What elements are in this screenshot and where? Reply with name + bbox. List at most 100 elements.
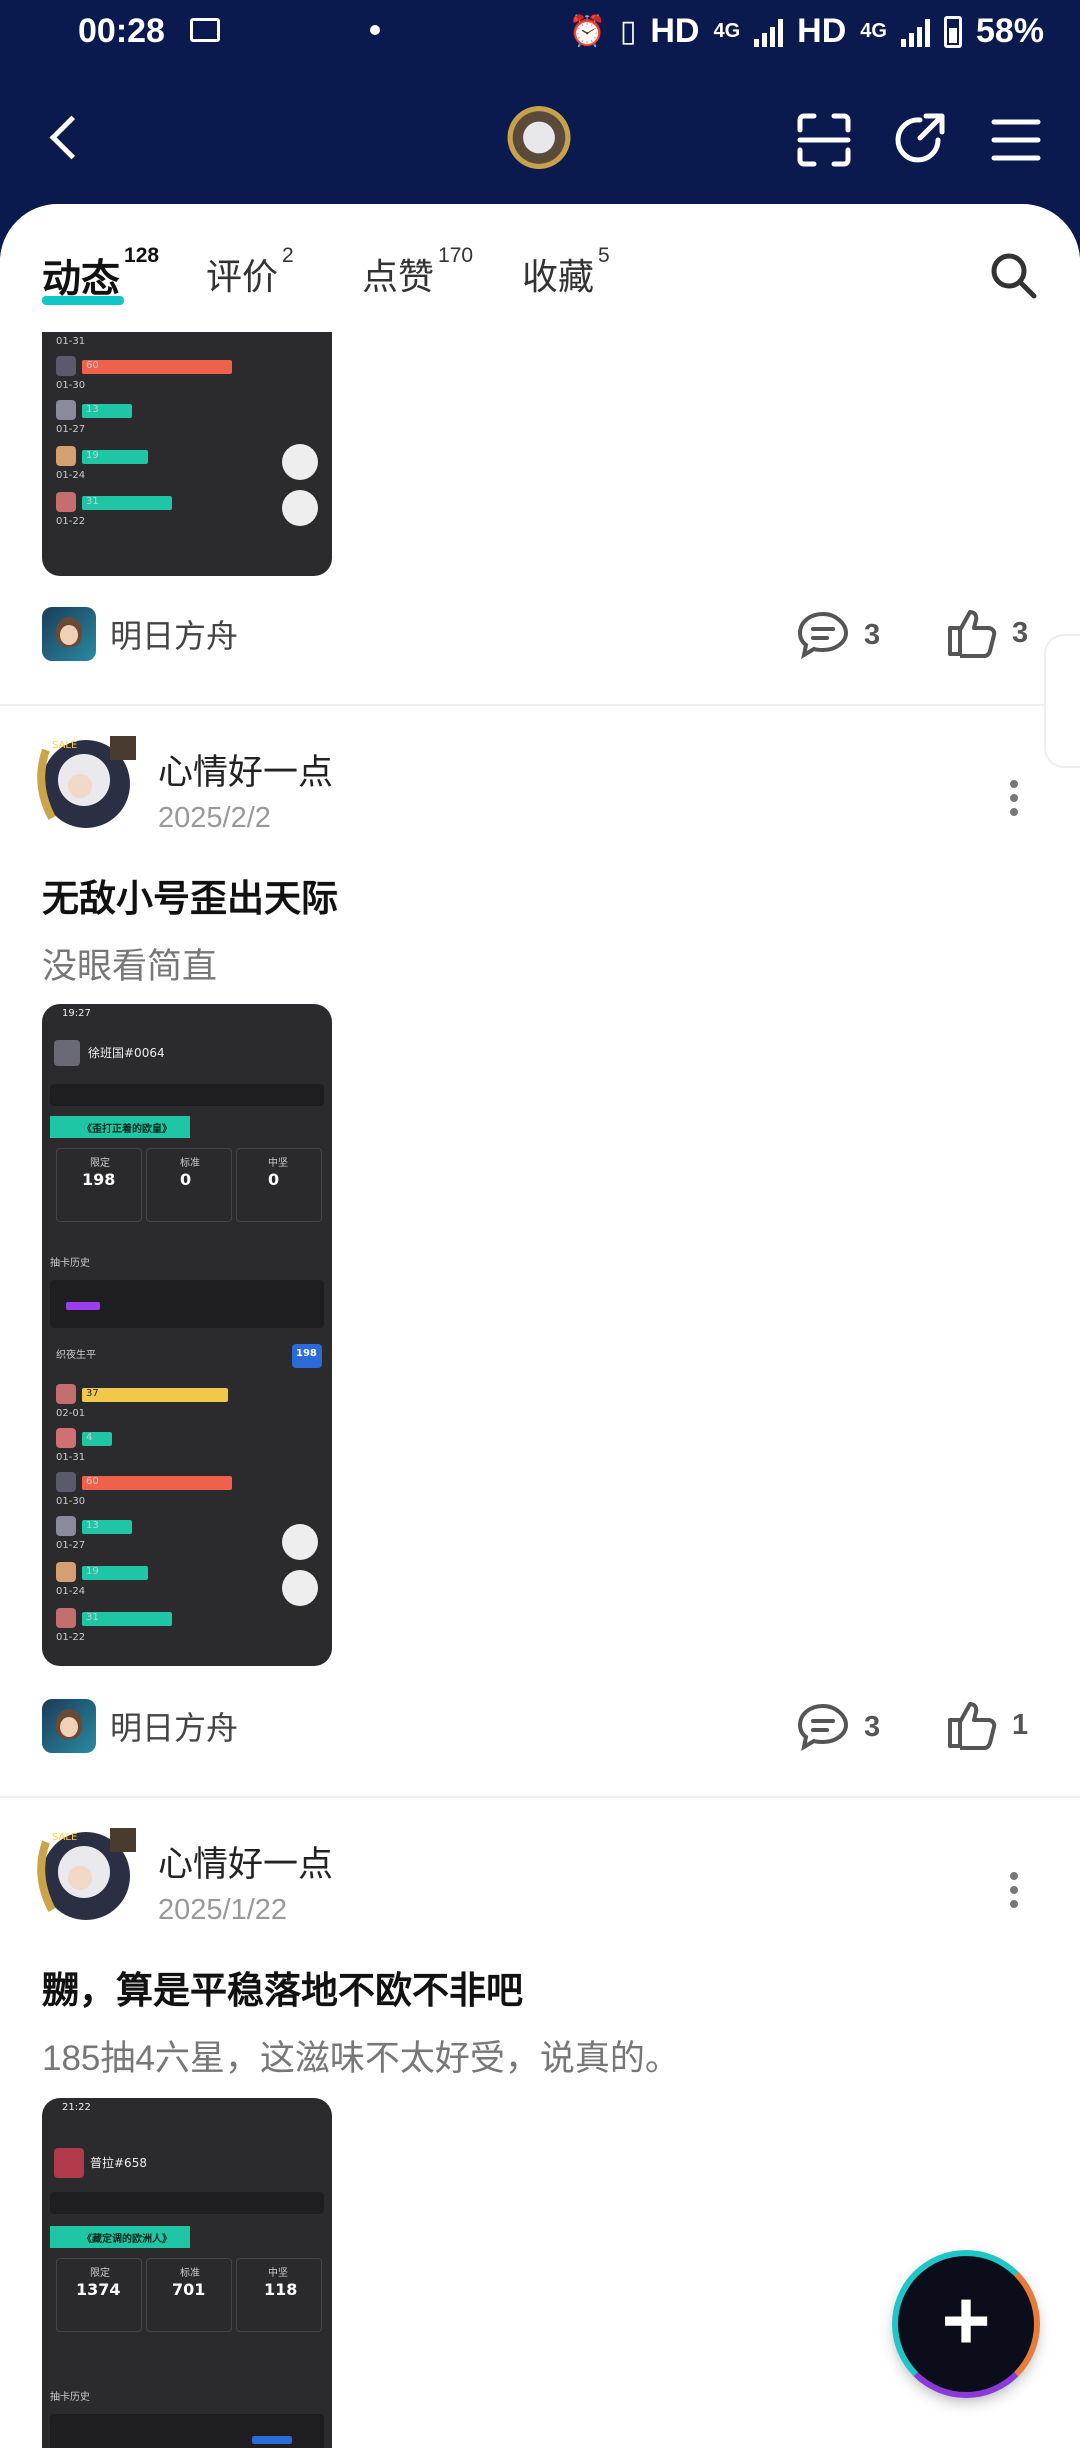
post-screenshot[interactable]: 21:22 普拉#658 《藏定调的欧洲人》 限定 1374 标准 701 中坚… <box>42 2098 332 2448</box>
card-value: 701 <box>172 2280 206 2299</box>
author-name[interactable]: 心情好一点 <box>158 1836 333 1887</box>
comment-icon <box>797 611 849 660</box>
create-post-button[interactable]: + <box>892 2250 1040 2398</box>
pull-date: 01-27 <box>56 1540 86 1551</box>
game-icon <box>42 1699 96 1753</box>
comment-icon <box>797 1703 849 1752</box>
tab-reviews[interactable]: 评价2 <box>206 244 294 300</box>
tab-label: 动态 <box>42 258 121 301</box>
scan-icon[interactable] <box>796 112 852 168</box>
tab-label: 评价 <box>206 256 279 297</box>
pull-count: 31 <box>86 1612 99 1623</box>
network-hd-1: HD <box>650 12 700 50</box>
share-icon[interactable] <box>892 112 948 168</box>
top-nav <box>0 66 1080 206</box>
tab-label: 收藏 <box>522 256 595 297</box>
shot-banner: 《歪打正着的欧皇》 <box>82 1124 172 1135</box>
post-date: 2025/2/2 <box>158 802 271 834</box>
battery-icon <box>943 15 962 48</box>
like-count: 3 <box>1012 616 1029 649</box>
row-avatar <box>56 1516 76 1536</box>
signal-2-icon <box>900 17 930 47</box>
alarm-icon: ⏰ <box>568 15 606 48</box>
shot-card <box>50 1084 324 1106</box>
profile-avatar[interactable] <box>504 106 574 176</box>
card-label: 标准 <box>180 1158 200 1169</box>
author-name[interactable]: 心情好一点 <box>158 744 333 795</box>
back-button[interactable] <box>44 116 88 160</box>
more-options-icon[interactable] <box>1008 778 1020 818</box>
post-divider <box>0 1796 1080 1798</box>
shot-pool: 织夜生平 <box>56 1350 96 1361</box>
side-drawer-handle[interactable] <box>1044 634 1080 768</box>
row-avatar <box>56 1384 76 1404</box>
post-screenshot[interactable]: 4 01-31 60 01-30 13 01-27 19 01-24 31 01… <box>42 300 332 576</box>
tab-likes[interactable]: 点赞170 <box>362 244 473 300</box>
row-avatar <box>56 492 76 512</box>
post-title[interactable]: 无敌小号歪出天际 <box>42 868 338 922</box>
tab-count: 5 <box>598 244 610 267</box>
post-body[interactable]: 没眼看简直 <box>42 938 217 989</box>
shot-time: 19:27 <box>62 1008 91 1019</box>
author-avatar[interactable]: SALE <box>32 1822 140 1930</box>
tab-label: 点赞 <box>362 256 435 297</box>
network-type-2: 4G <box>860 20 887 42</box>
post-date: 2025/1/22 <box>158 1894 288 1926</box>
battery-percent: 58% <box>975 12 1044 50</box>
refresh-icon <box>282 1524 318 1560</box>
tab-favorites[interactable]: 收藏5 <box>522 244 610 300</box>
game-tag[interactable]: 明日方舟 <box>42 1698 238 1754</box>
row-avatar <box>56 1472 76 1492</box>
content-sheet: 4 01-31 60 01-30 13 01-27 19 01-24 31 01… <box>0 204 1080 2448</box>
card-value: 118 <box>264 2280 298 2299</box>
signal-1-icon <box>754 17 784 47</box>
sale-badge: SALE <box>52 740 77 751</box>
post-body[interactable]: 185抽4六星，这滋味不太好受，说真的。 <box>42 2030 680 2081</box>
card-value: 1374 <box>76 2280 121 2299</box>
tab-bar: 动态128 评价2 点赞170 收藏5 <box>0 204 1080 332</box>
network-type-1: 4G <box>713 20 741 42</box>
more-options-icon[interactable] <box>1008 1870 1020 1910</box>
pull-count: 60 <box>86 1476 99 1487</box>
tab-count: 128 <box>124 244 160 267</box>
pull-count: 60 <box>86 360 99 371</box>
pull-date: 01-24 <box>56 1586 86 1597</box>
like-button[interactable]: 1 <box>946 1700 1028 1750</box>
pull-count: 13 <box>86 404 99 415</box>
search-icon[interactable] <box>988 250 1038 300</box>
tab-count: 170 <box>438 244 474 267</box>
card-label: 限定 <box>90 2268 110 2279</box>
row-avatar <box>56 1428 76 1448</box>
row-avatar <box>56 356 76 376</box>
pull-date: 01-31 <box>56 1452 86 1463</box>
comment-button[interactable]: 3 <box>796 1702 880 1752</box>
pull-count: 37 <box>86 1388 99 1399</box>
post-divider <box>0 704 1080 706</box>
card-value: 0 <box>268 1170 280 1189</box>
card-label: 限定 <box>90 1158 110 1169</box>
comment-button[interactable]: 3 <box>796 610 880 660</box>
comment-count: 3 <box>864 1710 881 1743</box>
pull-bar <box>82 1388 228 1402</box>
card-label: 中坚 <box>268 2268 288 2279</box>
menu-icon[interactable] <box>988 112 1044 168</box>
pull-count: 13 <box>86 1520 99 1531</box>
notification-dot-icon <box>370 25 380 35</box>
upload-icon <box>282 1570 318 1606</box>
post-title[interactable]: 嬲，算是平稳落地不欧不非吧 <box>42 1960 523 2014</box>
pull-date: 01-24 <box>56 470 86 481</box>
like-icon <box>948 1702 997 1750</box>
pull-date: 01-31 <box>56 336 86 347</box>
refresh-icon <box>282 444 318 480</box>
post-screenshot[interactable]: 19:27 徐班国#0064 《歪打正着的欧皇》 限定 198 标准 0 中坚 … <box>42 1004 332 1666</box>
game-name: 明日方舟 <box>110 618 239 654</box>
shot-history: 抽卡历史 <box>50 2392 90 2403</box>
pull-count: 4 <box>86 1432 93 1443</box>
card-value: 0 <box>180 1170 192 1189</box>
pull-count: 19 <box>86 1566 99 1577</box>
game-tag[interactable]: 明日方舟 <box>42 606 238 662</box>
account-avatar <box>54 1040 80 1066</box>
card-label: 中坚 <box>268 1158 288 1169</box>
author-avatar[interactable]: SALE <box>32 730 140 838</box>
like-button[interactable]: 3 <box>946 608 1028 658</box>
